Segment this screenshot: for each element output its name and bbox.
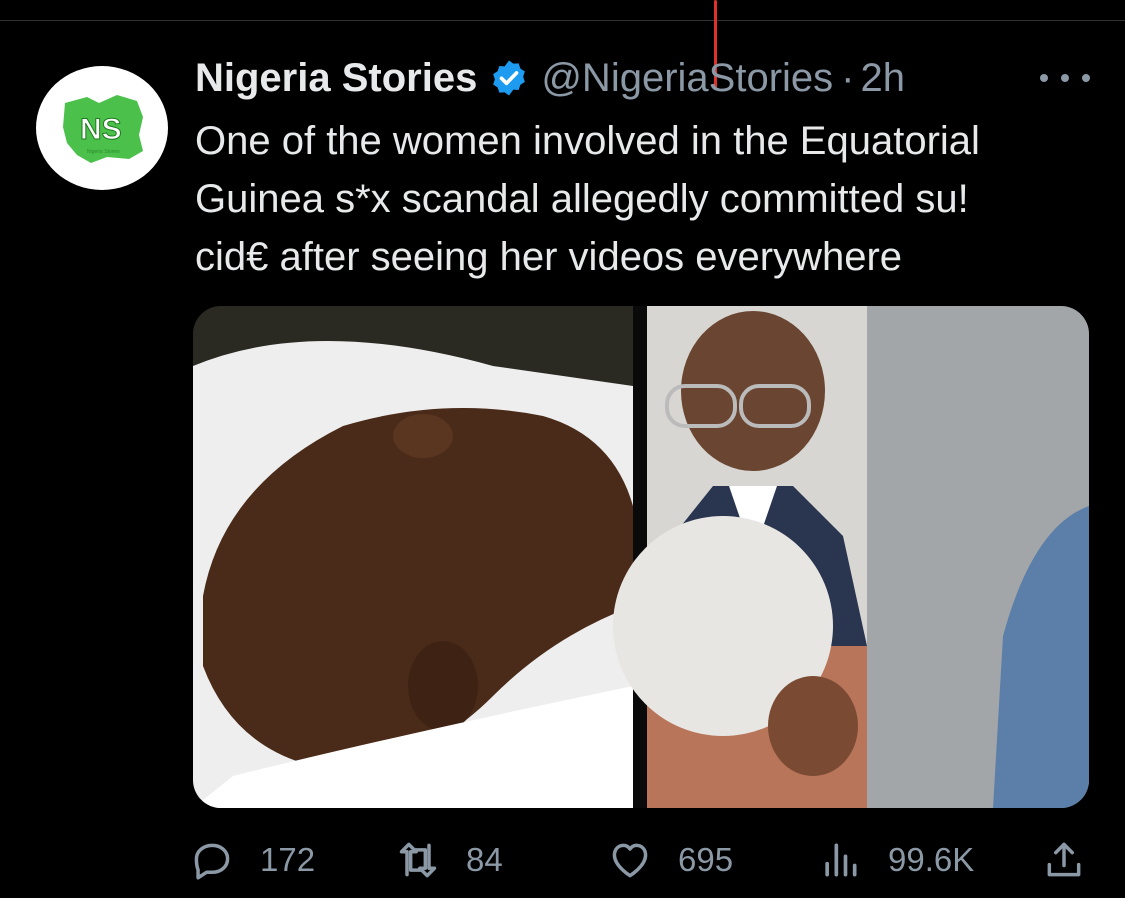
author-avatar[interactable]: NS Nigeria Stories: [36, 66, 168, 190]
author-name[interactable]: Nigeria Stories: [195, 56, 477, 101]
more-options-icon[interactable]: [1040, 60, 1090, 96]
header-separator: ·: [841, 55, 855, 100]
tweet-media-image[interactable]: [193, 306, 1089, 808]
ear-shape: [408, 641, 478, 731]
nigeria-stories-logo: NS Nigeria Stories: [63, 95, 143, 163]
avatar-logo-subtext: Nigeria Stories: [87, 149, 120, 155]
retweet-count: 84: [466, 841, 503, 878]
views-chart-icon: [818, 838, 862, 882]
top-divider: [0, 20, 1125, 21]
reply-count: 172: [260, 841, 316, 878]
more-dot: [1040, 74, 1048, 82]
views-count: 99.6K: [888, 841, 975, 878]
tweet-text: One of the women involved in the Equator…: [195, 112, 1105, 286]
views-button[interactable]: 99.6K: [818, 830, 974, 890]
author-handle[interactable]: @NigeriaStories: [541, 56, 833, 101]
verified-badge-icon: [489, 58, 529, 98]
tweet-text-line: Guinea s*x scandal allegedly committed s…: [195, 177, 969, 221]
second-man-head: [768, 676, 858, 776]
avatar-logo-text: NS: [80, 113, 122, 146]
like-count: 695: [678, 841, 734, 878]
reply-icon: [190, 838, 234, 882]
retweet-button[interactable]: 84: [396, 830, 503, 890]
share-button[interactable]: [1042, 830, 1086, 890]
tweet-text-line: One of the women involved in the Equator…: [195, 119, 980, 163]
reply-button[interactable]: 172: [190, 830, 315, 890]
retweet-icon: [396, 838, 440, 882]
more-dot: [1061, 74, 1069, 82]
more-dot: [1082, 74, 1090, 82]
share-icon: [1042, 838, 1086, 882]
tweet-header: Nigeria Stories @NigeriaStories · 2h: [195, 54, 905, 102]
like-button[interactable]: 695: [608, 830, 733, 890]
tweet-actions: 172 84 695 99.6K: [190, 830, 1095, 890]
nose-shape: [393, 414, 453, 458]
heart-icon: [608, 838, 652, 882]
tweet-timestamp[interactable]: 2h: [860, 56, 905, 101]
tweet-text-line: cid€ after seeing her videos everywhere: [195, 235, 903, 279]
